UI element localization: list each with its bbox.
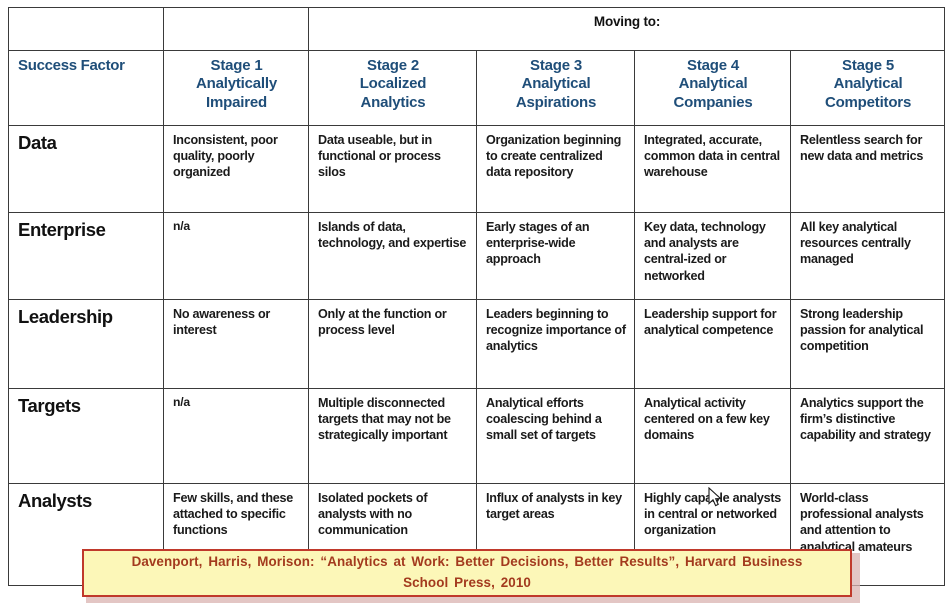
stage-1-name-line1: Analytically <box>196 75 277 93</box>
stage-header-1: Stage 1 Analytically Impaired <box>163 50 309 126</box>
cell-enterprise-stage3: Early stages of an enterprise-wide appro… <box>476 212 635 300</box>
analytics-maturity-matrix: Moving to: Success Factor Stage 1 Analyt… <box>8 7 946 586</box>
cell-data-stage5: Relentless search for new data and metri… <box>789 125 946 213</box>
factor-label-leadership: Leadership <box>8 299 164 389</box>
table-row: Enterprise n/a Islands of data, technolo… <box>8 212 946 300</box>
stage-1-number: Stage 1 <box>210 57 263 74</box>
cell-enterprise-stage5: All key analytical resources centrally m… <box>789 212 946 300</box>
factor-label-enterprise: Enterprise <box>8 212 164 300</box>
stage-2-number: Stage 2 <box>367 57 419 74</box>
factor-label-targets: Targets <box>8 388 164 484</box>
stage-5-name-line2: Competitors <box>824 93 912 111</box>
citation-text: Davenport, Harris, Morison: “Analytics a… <box>131 554 803 590</box>
cell-targets-stage2: Multiple disconnected targets that may n… <box>308 388 477 484</box>
success-factor-header: Success Factor <box>8 50 164 126</box>
slide-canvas: Moving to: Success Factor Stage 1 Analyt… <box>0 0 951 613</box>
cell-targets-stage5: Analytics support the firm’s distinctive… <box>789 388 946 484</box>
cell-enterprise-stage4: Key data, technology and analysts are ce… <box>634 212 791 300</box>
cell-leadership-stage1: No awareness or interest <box>163 299 309 389</box>
stage-1-name-line2: Impaired <box>206 93 267 111</box>
stage-3-name-line2: Aspirations <box>515 93 597 111</box>
moving-to-header: Moving to: <box>307 7 946 51</box>
stage-2-name-line1: Localized <box>359 75 427 93</box>
header-corner-blank <box>8 7 164 51</box>
matrix-header-top-row: Moving to: <box>8 7 946 51</box>
cell-targets-stage4: Analytical activity centered on a few ke… <box>634 388 791 484</box>
stage-header-5: Stage 5 Analytical Competitors <box>789 50 946 126</box>
stage-5-name-line1: Analytical <box>833 75 903 93</box>
cell-data-stage1: Inconsistent, poor quality, poorly organ… <box>163 125 309 213</box>
stage-header-4: Stage 4 Analytical Companies <box>634 50 791 126</box>
stage-header-2: Stage 2 Localized Analytics <box>308 50 477 126</box>
cell-data-stage4: Integrated, accurate, common data in cen… <box>634 125 791 213</box>
cell-data-stage3: Organization beginning to create central… <box>476 125 635 213</box>
cell-leadership-stage4: Leadership support for analytical compet… <box>634 299 791 389</box>
stage-3-number: Stage 3 <box>530 57 582 74</box>
table-row: Data Inconsistent, poor quality, poorly … <box>8 125 946 213</box>
cell-leadership-stage5: Strong leadership passion for analytical… <box>789 299 946 389</box>
stage-4-name-line1: Analytical <box>678 75 748 93</box>
matrix-header-stage-row: Success Factor Stage 1 Analytically Impa… <box>8 50 946 126</box>
table-row: Targets n/a Multiple disconnected target… <box>8 388 946 484</box>
cell-leadership-stage2: Only at the function or process level <box>308 299 477 389</box>
stage-header-3: Stage 3 Analytical Aspirations <box>476 50 635 126</box>
cell-leadership-stage3: Leaders beginning to recognize importanc… <box>476 299 635 389</box>
cell-data-stage2: Data useable, but in functional or proce… <box>308 125 477 213</box>
stage-5-number: Stage 5 <box>842 57 894 74</box>
header-stage1-blank <box>163 7 309 51</box>
stage-4-number: Stage 4 <box>687 57 739 74</box>
cell-enterprise-stage1: n/a <box>163 212 309 300</box>
table-row: Leadership No awareness or interest Only… <box>8 299 946 389</box>
citation-box: Davenport, Harris, Morison: “Analytics a… <box>82 549 852 597</box>
cell-targets-stage3: Analytical efforts coalescing behind a s… <box>476 388 635 484</box>
factor-label-data: Data <box>8 125 164 213</box>
stage-4-name-line2: Companies <box>673 93 753 111</box>
stage-3-name-line1: Analytical <box>521 75 591 93</box>
cell-targets-stage1: n/a <box>163 388 309 484</box>
cell-enterprise-stage2: Islands of data, technology, and experti… <box>308 212 477 300</box>
stage-2-name-line2: Analytics <box>360 93 426 111</box>
